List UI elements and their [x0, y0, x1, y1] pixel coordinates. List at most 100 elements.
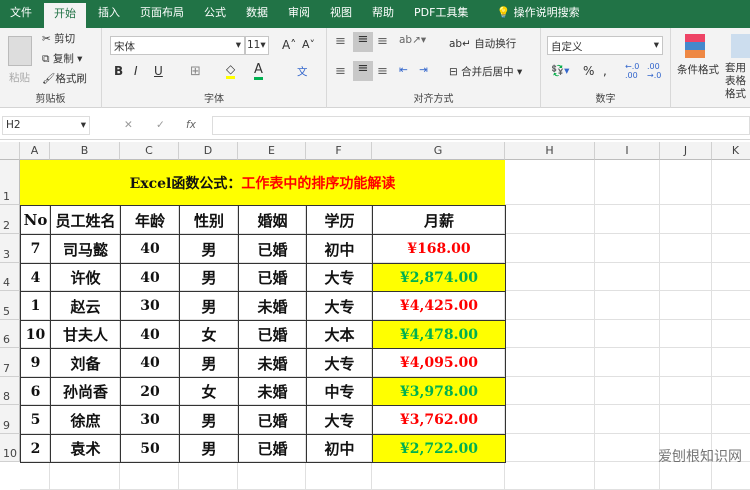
cell[interactable]	[660, 160, 712, 205]
table-cell[interactable]: 许攸	[50, 263, 121, 292]
format-painter-button[interactable]: 🖌格式刷	[42, 71, 87, 86]
table-cell[interactable]: 40	[120, 348, 180, 378]
tab-5[interactable]: 数据	[236, 0, 278, 28]
number-format-select[interactable]: 自定义 ▾	[547, 36, 663, 55]
table-cell[interactable]: 40	[120, 263, 180, 292]
table-cell[interactable]: 女	[179, 377, 239, 406]
cell[interactable]	[712, 291, 750, 320]
tab-2[interactable]: 插入	[88, 0, 130, 28]
table-cell[interactable]: 已婚	[238, 320, 307, 349]
table-cell[interactable]: 2	[20, 434, 51, 463]
insert-function-button[interactable]: fx	[186, 119, 196, 131]
cell[interactable]	[660, 405, 712, 434]
row-header-8[interactable]: 8	[0, 377, 20, 405]
column-header-I[interactable]: I	[595, 142, 660, 160]
row-header-2[interactable]: 2	[0, 205, 20, 234]
cell[interactable]	[505, 434, 595, 462]
font-color-icon[interactable]: A	[254, 62, 263, 80]
row-header-6[interactable]: 6	[0, 320, 20, 348]
cell[interactable]	[712, 205, 750, 234]
increase-decimal-icon[interactable]: ←.0.00	[625, 62, 639, 80]
cell[interactable]	[595, 320, 660, 348]
cell[interactable]	[712, 377, 750, 405]
cell[interactable]	[372, 462, 505, 490]
table-cell[interactable]: 初中	[306, 234, 373, 264]
tab-1[interactable]: 开始	[44, 3, 86, 28]
salary-cell[interactable]: ¥3,762.00	[372, 405, 506, 435]
table-cell[interactable]: 孙尚香	[50, 377, 121, 406]
cell[interactable]	[306, 462, 372, 490]
merge-center-button[interactable]: ⊟ 合并后居中 ▾	[449, 64, 522, 79]
formula-input[interactable]	[212, 116, 750, 135]
table-cell[interactable]: 40	[120, 234, 180, 264]
percent-button[interactable]: %	[583, 64, 594, 78]
cell[interactable]	[50, 462, 120, 490]
shrink-font-icon[interactable]: A˅	[302, 38, 315, 51]
cell[interactable]	[595, 205, 660, 234]
table-cell[interactable]: 未婚	[238, 348, 307, 378]
table-cell[interactable]: 已婚	[238, 405, 307, 435]
align-bottom-icon[interactable]: ≡	[377, 34, 388, 49]
table-cell[interactable]: 刘备	[50, 348, 121, 378]
cell[interactable]	[660, 348, 712, 377]
font-size-select[interactable]: 11▾	[245, 36, 269, 55]
table-cell[interactable]: 大专	[306, 348, 373, 378]
tab-8[interactable]: 帮助	[362, 0, 404, 28]
row-header-10[interactable]: 10	[0, 434, 20, 462]
table-header[interactable]: 员工姓名	[50, 205, 121, 235]
orientation-icon[interactable]: ab↗▾	[399, 34, 426, 46]
cell[interactable]	[505, 405, 595, 434]
salary-cell[interactable]: ¥4,095.00	[372, 348, 506, 378]
table-cell[interactable]: 大专	[306, 291, 373, 321]
cell[interactable]	[595, 434, 660, 462]
column-header-B[interactable]: B	[50, 142, 120, 160]
sheet-title[interactable]: Excel函数公式： 工作表中的排序功能解读	[20, 160, 505, 205]
salary-cell[interactable]: ¥168.00	[372, 234, 506, 264]
salary-cell[interactable]: ¥3,978.00	[372, 377, 506, 406]
increase-indent-icon[interactable]: ⇥	[419, 64, 428, 76]
align-middle-icon[interactable]: ≡	[353, 32, 373, 52]
table-cell[interactable]: 袁术	[50, 434, 121, 463]
salary-cell[interactable]: ¥4,478.00	[372, 320, 506, 349]
cut-button[interactable]: ✂ 剪切	[42, 31, 75, 46]
cell[interactable]	[238, 462, 306, 490]
column-header-J[interactable]: J	[660, 142, 712, 160]
column-header-D[interactable]: D	[179, 142, 238, 160]
italic-button[interactable]: I	[134, 64, 138, 78]
row-header-7[interactable]: 7	[0, 348, 20, 377]
table-header[interactable]: 性别	[179, 205, 239, 235]
table-cell[interactable]: 30	[120, 291, 180, 321]
cell[interactable]	[712, 320, 750, 348]
cell[interactable]	[505, 320, 595, 348]
cell[interactable]	[595, 348, 660, 377]
table-cell[interactable]: 6	[20, 377, 51, 406]
table-cell[interactable]: 男	[179, 434, 239, 463]
name-box[interactable]: H2 ▾	[2, 116, 90, 135]
table-cell[interactable]: 1	[20, 291, 51, 321]
cell[interactable]	[20, 462, 50, 490]
table-cell[interactable]: 已婚	[238, 434, 307, 463]
cell[interactable]	[595, 160, 660, 205]
cell[interactable]	[505, 234, 595, 263]
tab-7[interactable]: 视图	[320, 0, 362, 28]
table-cell[interactable]: 已婚	[238, 263, 307, 292]
cell[interactable]	[660, 263, 712, 291]
cell[interactable]	[712, 348, 750, 377]
table-cell[interactable]: 初中	[306, 434, 373, 463]
column-header-A[interactable]: A	[20, 142, 50, 160]
cancel-icon[interactable]: ✕	[124, 119, 133, 131]
table-header[interactable]: 月薪	[372, 205, 506, 235]
cell[interactable]	[595, 234, 660, 263]
table-header[interactable]: No	[20, 205, 51, 235]
conditional-format-button[interactable]: 条件格式	[677, 62, 719, 77]
table-cell[interactable]: 4	[20, 263, 51, 292]
font-name-select[interactable]: 宋体 ▾	[110, 36, 245, 55]
cell[interactable]	[505, 263, 595, 291]
column-header-K[interactable]: K	[712, 142, 750, 160]
align-top-icon[interactable]: ≡	[335, 34, 346, 49]
cell[interactable]	[505, 462, 595, 490]
table-cell[interactable]: 男	[179, 348, 239, 378]
align-left-icon[interactable]: ≡	[335, 64, 346, 79]
comma-button[interactable]: ,	[603, 64, 607, 78]
salary-cell[interactable]: ¥4,425.00	[372, 291, 506, 321]
